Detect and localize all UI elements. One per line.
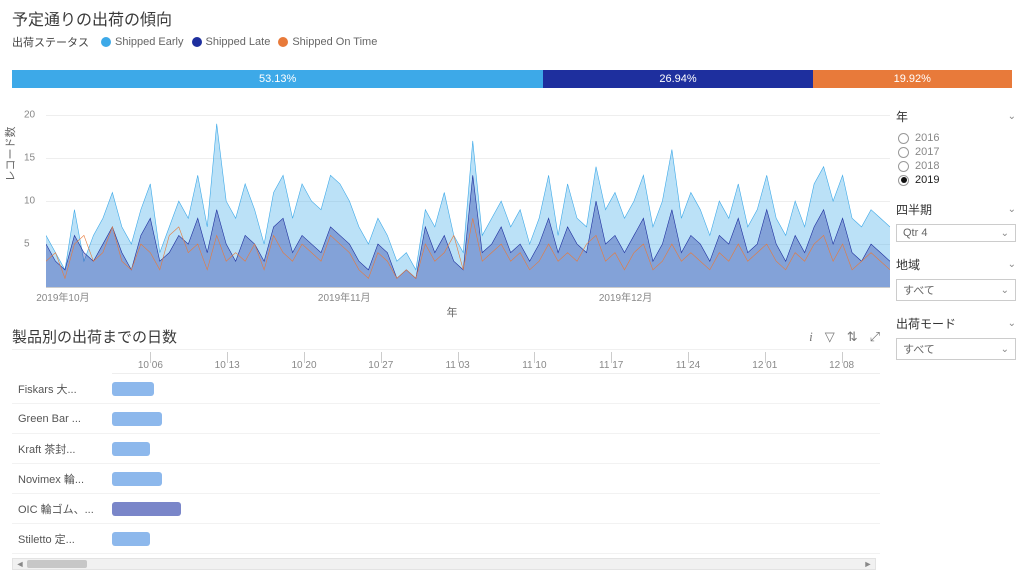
radio-icon: [898, 175, 909, 186]
year-option-2017[interactable]: 2017: [898, 145, 1016, 159]
pct-seg-late[interactable]: 26.94%: [543, 70, 812, 88]
gantt-row-label: Stiletto 定...: [12, 531, 112, 547]
gantt-row[interactable]: Stiletto 定...: [12, 524, 880, 554]
gantt-row-label: Green Bar ...: [12, 413, 112, 425]
year-option-2019[interactable]: 2019: [898, 173, 1016, 187]
filter-label: 地域: [896, 256, 920, 273]
select-value: すべて: [903, 341, 935, 357]
legend-text: Shipped On Time: [292, 36, 377, 48]
legend-text: Shipped Early: [115, 36, 184, 48]
quarter-select[interactable]: Qtr 4 ⌄: [896, 224, 1016, 242]
gantt-bar[interactable]: [112, 382, 154, 396]
filter-label: 年: [896, 108, 908, 125]
swatch-ontime-icon: [278, 37, 288, 47]
select-value: Qtr 4: [903, 227, 927, 239]
shipmode-select[interactable]: すべて ⌄: [896, 338, 1016, 360]
year-radio-list: 2016 2017 2018 2019: [898, 131, 1016, 187]
gantt-bar[interactable]: [112, 442, 150, 456]
gantt-row[interactable]: Kraft 茶封...: [12, 434, 880, 464]
radio-icon: [898, 133, 909, 144]
gantt-row[interactable]: Novimex 輪...: [12, 464, 880, 494]
gantt-bar[interactable]: [112, 472, 162, 486]
gantt-bar[interactable]: [112, 412, 162, 426]
pct-label: 53.13%: [259, 73, 296, 85]
legend-item-early[interactable]: Shipped Early: [101, 36, 184, 48]
filter-shipmode-title[interactable]: 出荷モード ⌄: [896, 311, 1016, 336]
filter-region-title[interactable]: 地域 ⌄: [896, 252, 1016, 277]
region-select[interactable]: すべて ⌄: [896, 279, 1016, 301]
gantt-row-label: OIC 輪ゴム、...: [12, 501, 112, 517]
gantt-chart[interactable]: 10 0610 1310 2010 2711 0311 1011 1711 24…: [12, 349, 880, 579]
stacked-pct-bar[interactable]: 53.13% 26.94% 19.92%: [12, 70, 1012, 88]
expand-icon[interactable]: ⤢: [870, 329, 880, 345]
year-label: 2017: [915, 146, 939, 158]
swatch-early-icon: [101, 37, 111, 47]
filter-panel: 年 ⌄ 2016201720182019 四半期 ⌄ Qtr 4 ⌄ 地域 ⌄ …: [892, 98, 1024, 579]
gantt-row-label: Kraft 茶封...: [12, 441, 112, 457]
radio-icon: [898, 161, 909, 172]
scroll-thumb[interactable]: [27, 560, 87, 568]
filter-label: 四半期: [896, 201, 932, 218]
filter-label: 出荷モード: [896, 315, 956, 332]
page-title: 予定通りの出荷の傾向: [12, 6, 1012, 30]
chevron-down-icon: ⌄: [1008, 111, 1016, 122]
chevron-down-icon: ⌄: [1001, 285, 1009, 296]
legend: 出荷ステータス Shipped Early Shipped Late Shipp…: [12, 34, 1012, 50]
gantt-row-label: Fiskars 大...: [12, 381, 112, 397]
year-label: 2019: [915, 174, 939, 186]
x-axis-label: 年: [12, 304, 892, 320]
filter-year-title[interactable]: 年 ⌄: [896, 104, 1016, 129]
gantt-title: 製品別の出荷までの日数: [12, 326, 177, 347]
year-label: 2016: [915, 132, 939, 144]
pct-seg-early[interactable]: 53.13%: [12, 70, 543, 88]
chevron-down-icon: ⌄: [1008, 318, 1016, 329]
gantt-row[interactable]: Green Bar ...: [12, 404, 880, 434]
y-axis-label: レコード数: [2, 127, 18, 182]
gantt-row-label: Novimex 輪...: [12, 471, 112, 487]
swatch-late-icon: [192, 37, 202, 47]
chevron-down-icon: ⌄: [1008, 204, 1016, 215]
gantt-row[interactable]: Fiskars 大...: [12, 374, 880, 404]
gantt-bar[interactable]: [112, 502, 181, 516]
pct-label: 26.94%: [659, 73, 696, 85]
scroll-left-icon[interactable]: ◄: [13, 559, 27, 569]
trend-chart[interactable]: レコード数 5101520 2019年10月2019年11月2019年12月 年: [12, 98, 892, 320]
legend-text: Shipped Late: [206, 36, 271, 48]
gantt-bar[interactable]: [112, 532, 150, 546]
year-option-2018[interactable]: 2018: [898, 159, 1016, 173]
sort-icon[interactable]: ⇅: [847, 329, 858, 345]
chevron-down-icon: ⌄: [1001, 344, 1009, 355]
legend-item-late[interactable]: Shipped Late: [192, 36, 271, 48]
scroll-right-icon[interactable]: ►: [861, 559, 875, 569]
filter-icon[interactable]: ▽: [825, 329, 835, 345]
chevron-down-icon: ⌄: [1001, 228, 1009, 239]
select-value: すべて: [903, 282, 935, 298]
year-option-2016[interactable]: 2016: [898, 131, 1016, 145]
legend-label: 出荷ステータス: [12, 34, 89, 50]
chevron-down-icon: ⌄: [1008, 259, 1016, 270]
year-label: 2018: [915, 160, 939, 172]
filter-quarter-title[interactable]: 四半期 ⌄: [896, 197, 1016, 222]
horizontal-scrollbar[interactable]: ◄ ►: [12, 558, 876, 570]
info-icon[interactable]: i: [809, 329, 813, 345]
gantt-row[interactable]: OIC 輪ゴム、...: [12, 494, 880, 524]
radio-icon: [898, 147, 909, 158]
pct-seg-ontime[interactable]: 19.92%: [813, 70, 1012, 88]
pct-label: 19.92%: [894, 73, 931, 85]
legend-item-ontime[interactable]: Shipped On Time: [278, 36, 377, 48]
